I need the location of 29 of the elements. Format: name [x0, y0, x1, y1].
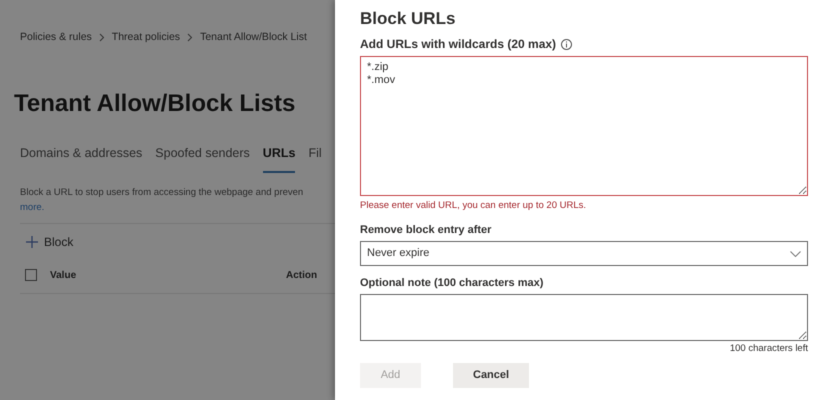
- tab[interactable]: Domains & addresses: [20, 144, 142, 172]
- url-input-field[interactable]: *.zip *.mov: [360, 56, 808, 196]
- page-title: Tenant Allow/Block Lists: [14, 88, 296, 119]
- breadcrumb-link[interactable]: Tenant Allow/Block List: [200, 30, 307, 46]
- column-header: Action: [286, 268, 318, 282]
- learn-more-link[interactable]: more.: [20, 202, 44, 212]
- breadcrumb-link[interactable]: Threat policies: [112, 30, 180, 46]
- tab[interactable]: Spoofed senders: [155, 144, 250, 172]
- plus-icon: [26, 236, 38, 248]
- error-message: Please enter valid URL, you can enter up to 20 URLs.: [360, 200, 588, 212]
- tab[interactable]: URLs: [262, 144, 296, 172]
- panel-title: Block URLs: [360, 8, 456, 30]
- field-label: Add URLs with wildcards (20 max): [360, 36, 556, 53]
- note-input-field[interactable]: [360, 294, 808, 341]
- chevron-right-icon: [187, 33, 194, 42]
- info-icon[interactable]: [561, 38, 572, 50]
- field-label: Remove block entry after: [360, 223, 492, 237]
- column-header: Value: [50, 268, 78, 282]
- character-counter: 100 characters left: [728, 343, 808, 355]
- expiry-dropdown[interactable]: Never expire: [360, 241, 808, 266]
- chevron-right-icon: [98, 33, 105, 42]
- tab[interactable]: Fil: [308, 144, 322, 172]
- breadcrumb-link[interactable]: Policies & rules: [20, 30, 92, 46]
- select-all-checkbox[interactable]: [25, 269, 37, 281]
- chevron-down-icon: [790, 250, 801, 256]
- description-text: Block a URL to stop users from accessing the webpage and preven: [20, 186, 304, 200]
- block-button[interactable]: Block: [20, 232, 80, 252]
- cancel-button[interactable]: Cancel: [453, 363, 530, 388]
- field-label: Optional note (100 characters max): [360, 276, 544, 290]
